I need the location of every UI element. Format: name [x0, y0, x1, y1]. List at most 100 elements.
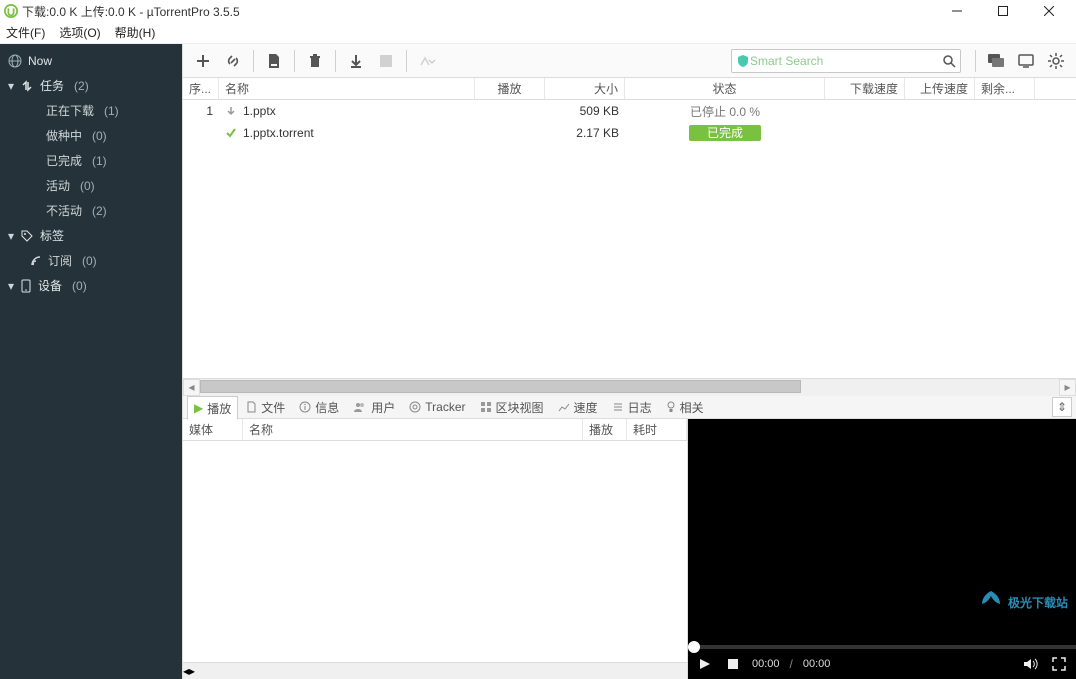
settings-button[interactable] — [1042, 47, 1070, 75]
sidebar: Now ▾ 任务 (2) 正在下载 (1) 做种中 (0) 已完成 (1) 活动… — [0, 44, 182, 679]
scroll-left-icon[interactable]: ◂ — [183, 379, 200, 396]
tab-files[interactable]: 文件 — [240, 395, 291, 419]
tab-tracker-label: Tracker — [425, 400, 465, 414]
lh-name[interactable]: 名称 — [243, 419, 583, 440]
sidebar-completed[interactable]: 已完成 (1) — [0, 148, 182, 173]
col-status[interactable]: 状态 — [625, 78, 825, 99]
media-hscrollbar[interactable]: ◂ ▸ — [183, 662, 687, 679]
menubar: 文件(F) 选项(O) 帮助(H) — [0, 22, 1076, 44]
sidebar-tasks[interactable]: ▾ 任务 (2) — [0, 73, 182, 98]
sidebar-seeding-label: 做种中 — [46, 127, 82, 144]
sidebar-completed-label: 已完成 — [46, 152, 82, 169]
col-seq[interactable]: 序... — [183, 78, 219, 99]
col-ulspeed[interactable]: 上传速度 — [905, 78, 975, 99]
sidebar-feeds-count: (0) — [82, 254, 97, 268]
sidebar-seeding[interactable]: 做种中 (0) — [0, 123, 182, 148]
users-icon — [353, 401, 367, 413]
bulb-icon — [666, 401, 676, 413]
tab-peers[interactable]: 用户 — [347, 395, 401, 419]
time-separator: / — [790, 657, 793, 671]
menu-file[interactable]: 文件(F) — [6, 24, 45, 41]
lh-play[interactable]: 播放 — [583, 419, 627, 440]
tab-play[interactable]: ▶播放 — [187, 396, 238, 420]
search-box[interactable] — [731, 49, 961, 73]
player-progress[interactable] — [688, 645, 1076, 649]
sidebar-inactive-label: 不活动 — [46, 202, 82, 219]
transfer-icon — [20, 79, 34, 93]
search-input[interactable] — [750, 54, 942, 68]
info-icon — [299, 401, 311, 413]
player-stop-button[interactable] — [724, 655, 742, 673]
stop-button[interactable] — [372, 47, 400, 75]
sidebar-active[interactable]: 活动 (0) — [0, 173, 182, 198]
tab-info[interactable]: 信息 — [293, 395, 345, 419]
player-play-button[interactable] — [696, 655, 714, 673]
player-volume-button[interactable] — [1022, 655, 1040, 673]
cell-status: 已完成 — [625, 122, 825, 144]
table-row[interactable]: 1.pptx.torrent 2.17 KB 已完成 — [183, 122, 1076, 144]
tab-log[interactable]: 日志 — [606, 395, 658, 419]
sidebar-downloading-label: 正在下载 — [46, 102, 94, 119]
lh-duration[interactable]: 耗时 — [627, 419, 687, 440]
tab-speed[interactable]: 速度 — [552, 395, 604, 419]
sidebar-feeds-label: 订阅 — [48, 252, 72, 269]
scroll-right-icon[interactable]: ▸ — [189, 664, 195, 678]
check-icon — [225, 127, 237, 139]
col-play[interactable]: 播放 — [475, 78, 545, 99]
table-rows: 1 1.pptx 509 KB 已停止 0.0 % — [183, 100, 1076, 378]
delete-button[interactable] — [301, 47, 329, 75]
chat-button[interactable] — [982, 47, 1010, 75]
progress-handle[interactable] — [688, 641, 700, 653]
player-fullscreen-button[interactable] — [1050, 655, 1068, 673]
sidebar-inactive[interactable]: 不活动 (2) — [0, 198, 182, 223]
menu-help[interactable]: 帮助(H) — [115, 24, 156, 41]
tab-related[interactable]: 相关 — [660, 395, 710, 419]
menu-options[interactable]: 选项(O) — [59, 24, 100, 41]
scroll-thumb[interactable] — [200, 380, 801, 393]
share-dropdown-button[interactable] — [413, 47, 441, 75]
table-hscrollbar[interactable]: ◂ ▸ — [183, 378, 1076, 395]
add-torrent-button[interactable] — [189, 47, 217, 75]
sidebar-downloading[interactable]: 正在下载 (1) — [0, 98, 182, 123]
sidebar-inactive-count: (2) — [92, 204, 107, 218]
tab-pieces[interactable]: 区块视图 — [474, 395, 550, 419]
sidebar-downloading-count: (1) — [104, 104, 119, 118]
window-title: 下载:0.0 K 上传:0.0 K - µTorrentPro 3.5.5 — [22, 3, 240, 20]
start-button[interactable] — [342, 47, 370, 75]
close-button[interactable] — [1026, 0, 1072, 22]
lower-panel: 媒体 名称 播放 耗时 ◂ ▸ 极光下载站 — [183, 419, 1076, 679]
minimize-button[interactable] — [934, 0, 980, 22]
col-name[interactable]: 名称 — [219, 78, 475, 99]
cell-seq: 1 — [183, 100, 219, 122]
sidebar-now[interactable]: Now — [0, 48, 182, 73]
sidebar-devices-count: (0) — [72, 279, 87, 293]
maximize-button[interactable] — [980, 0, 1026, 22]
create-torrent-button[interactable] — [260, 47, 288, 75]
watermark-icon — [978, 589, 1004, 615]
col-eta[interactable]: 剩余... — [975, 78, 1035, 99]
sidebar-feeds[interactable]: 订阅 (0) — [0, 248, 182, 273]
video-player: 极光下载站 00:00 / 00:00 — [688, 419, 1076, 679]
search-icon[interactable] — [942, 54, 956, 68]
tab-expand-button[interactable]: ⇕ — [1052, 397, 1072, 417]
table-row[interactable]: 1 1.pptx 509 KB 已停止 0.0 % — [183, 100, 1076, 122]
sidebar-labels[interactable]: ▾ 标签 — [0, 223, 182, 248]
tab-play-label: 播放 — [207, 400, 231, 417]
lh-media[interactable]: 媒体 — [183, 419, 243, 440]
scroll-track[interactable] — [200, 379, 1059, 396]
tab-tracker[interactable]: Tracker — [403, 395, 471, 419]
rss-icon — [30, 255, 42, 267]
table-header: 序... 名称 播放 大小 状态 下载速度 上传速度 剩余... — [183, 78, 1076, 100]
col-dlspeed[interactable]: 下载速度 — [825, 78, 905, 99]
col-size[interactable]: 大小 — [545, 78, 625, 99]
cell-seq — [183, 122, 219, 144]
toolbar-separator — [253, 50, 254, 72]
add-url-button[interactable] — [219, 47, 247, 75]
sidebar-active-count: (0) — [80, 179, 95, 193]
video-area[interactable]: 极光下载站 — [688, 419, 1076, 645]
sidebar-devices[interactable]: ▾ 设备 (0) — [0, 273, 182, 298]
scroll-right-icon[interactable]: ▸ — [1059, 379, 1076, 396]
sidebar-completed-count: (1) — [92, 154, 107, 168]
remote-button[interactable] — [1012, 47, 1040, 75]
sidebar-devices-label: 设备 — [38, 277, 62, 294]
